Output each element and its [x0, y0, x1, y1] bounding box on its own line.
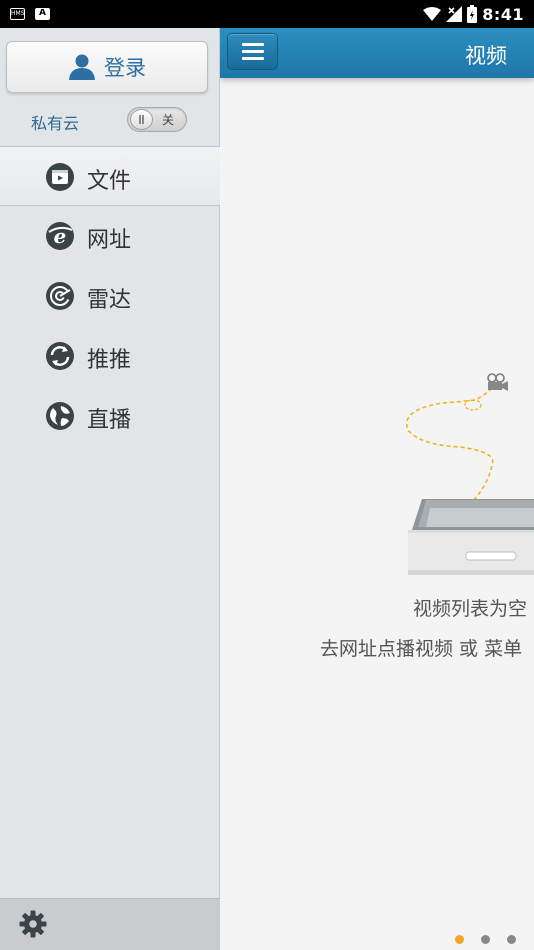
private-cloud-toggle[interactable]: 关	[127, 107, 187, 132]
sidebar-item-label: 网址	[87, 228, 132, 253]
gear-icon[interactable]	[18, 909, 48, 939]
sidebar-nav: 文件 e 网址 雷达 推推 直播	[0, 146, 220, 446]
sidebar-item-web[interactable]: e 网址	[0, 206, 220, 266]
sidebar-item-label: 直播	[87, 408, 132, 433]
top-bar: 视频	[220, 28, 534, 78]
sidebar-item-files[interactable]: 文件	[0, 146, 220, 206]
notification-a-icon: A	[35, 8, 50, 20]
radar-icon	[46, 282, 74, 310]
app-root: HMS A 8:41 视频 视频列表为空 去网址点播视频 或 菜单 登录 私有云…	[0, 0, 534, 950]
file-icon	[46, 163, 74, 191]
page-indicator	[455, 935, 516, 944]
battery-icon	[467, 5, 478, 23]
sidebar-item-label: 雷达	[87, 288, 132, 313]
no-signal-icon	[446, 6, 463, 22]
live-icon	[46, 402, 74, 430]
empty-drawer-illustration	[405, 373, 534, 575]
sidebar-item-label: 推推	[87, 348, 132, 373]
sidebar-drawer: 登录 私有云 关 文件 e 网址 雷达 推推 直播	[0, 28, 220, 950]
login-label: 登录	[104, 56, 146, 80]
menu-button[interactable]	[227, 33, 278, 70]
web-icon: e	[46, 222, 74, 250]
page-dot[interactable]	[455, 935, 464, 944]
private-cloud-label: 私有云	[31, 114, 80, 133]
toggle-knob	[130, 109, 153, 130]
wifi-icon	[423, 6, 442, 21]
private-cloud-row: 私有云 关	[0, 106, 220, 138]
sidebar-item-label: 文件	[87, 169, 132, 194]
page-dot[interactable]	[481, 935, 490, 944]
sim-card-icon: HMS	[10, 8, 25, 20]
empty-list-message: 视频列表为空	[413, 598, 528, 620]
page-title: 视频	[465, 44, 507, 68]
toggle-state-label: 关	[162, 113, 175, 127]
empty-list-hint: 去网址点播视频 或 菜单	[320, 638, 523, 660]
sidebar-item-radar[interactable]: 雷达	[0, 266, 220, 326]
user-icon	[69, 54, 95, 80]
status-bar: HMS A 8:41	[0, 0, 534, 28]
video-camera-icon	[487, 373, 508, 391]
menu-icon	[241, 43, 264, 46]
login-button[interactable]: 登录	[6, 41, 208, 93]
push-icon	[46, 342, 74, 370]
status-time: 8:41	[482, 4, 524, 24]
sidebar-item-live[interactable]: 直播	[0, 386, 220, 446]
sidebar-item-push[interactable]: 推推	[0, 326, 220, 386]
page-dot[interactable]	[507, 935, 516, 944]
main-panel: 视频 视频列表为空 去网址点播视频 或 菜单	[220, 28, 534, 950]
settings-bar	[0, 898, 220, 950]
